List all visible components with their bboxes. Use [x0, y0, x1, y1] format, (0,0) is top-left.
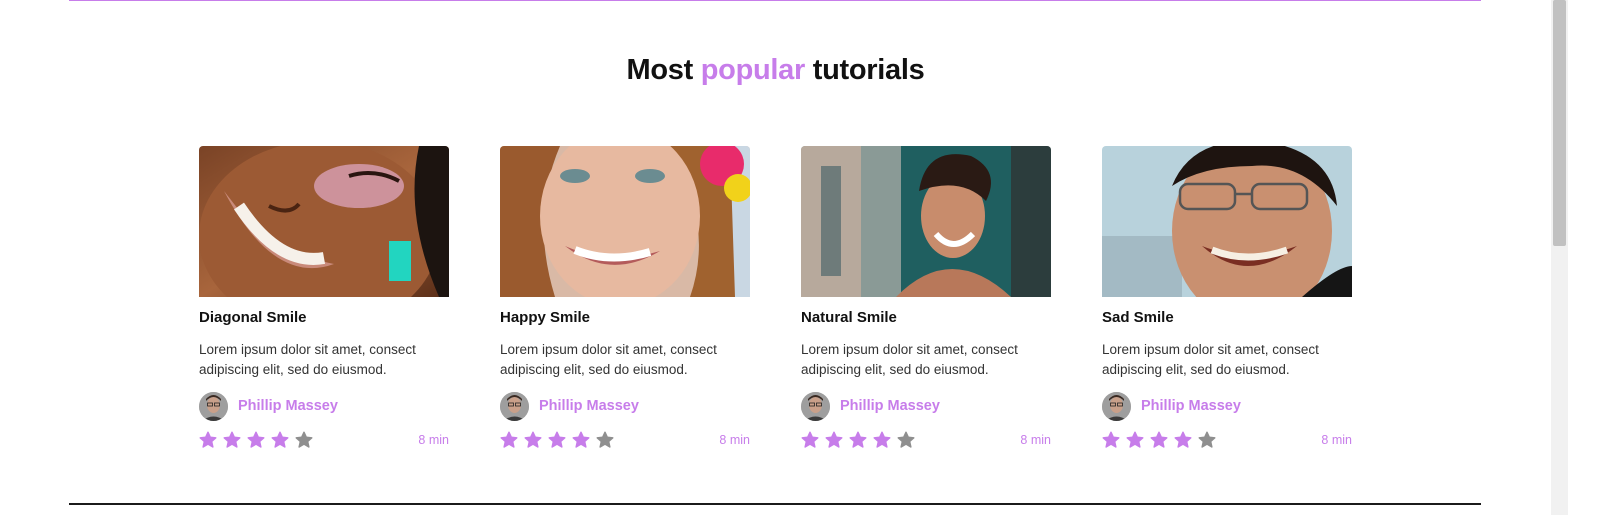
section-title: Most popular tutorials: [0, 54, 1551, 87]
avatar: [500, 391, 529, 421]
card-image[interactable]: [199, 146, 449, 297]
star-filled-icon: [1102, 431, 1120, 449]
star-filled-icon: [825, 431, 843, 449]
star-filled-icon: [1150, 431, 1168, 449]
card-image[interactable]: [500, 146, 750, 297]
smiling-woman-photo: [199, 146, 449, 297]
star-filled-icon: [849, 431, 867, 449]
star-filled-icon: [199, 431, 217, 449]
tutorial-card[interactable]: Natural Smile Lorem ipsum dolor sit amet…: [801, 146, 1051, 466]
star-empty-icon: [596, 431, 614, 449]
author-link[interactable]: Phillip Massey: [199, 391, 338, 421]
duration-label: 8 min: [719, 433, 750, 447]
duration-label: 8 min: [418, 433, 449, 447]
avatar: [1102, 391, 1131, 421]
tutorial-card[interactable]: Happy Smile Lorem ipsum dolor sit amet, …: [500, 146, 750, 466]
star-filled-icon: [1174, 431, 1192, 449]
card-description: Lorem ipsum dolor sit amet, consect adip…: [801, 342, 1018, 377]
star-rating: [1102, 431, 1216, 449]
star-filled-icon: [873, 431, 891, 449]
scrollbar-thumb[interactable]: [1553, 0, 1566, 246]
star-filled-icon: [524, 431, 542, 449]
author-name[interactable]: Phillip Massey: [238, 398, 338, 414]
author-link[interactable]: Phillip Massey: [1102, 391, 1241, 421]
star-filled-icon: [247, 431, 265, 449]
author-link[interactable]: Phillip Massey: [500, 391, 639, 421]
author-avatar-icon: [1102, 391, 1131, 421]
card-title[interactable]: Natural Smile: [801, 309, 897, 326]
tutorial-card[interactable]: Diagonal Smile Lorem ipsum dolor sit ame…: [199, 146, 449, 466]
star-rating: [500, 431, 614, 449]
author-avatar-icon: [801, 391, 830, 421]
top-divider: [69, 0, 1481, 1]
avatar: [199, 391, 228, 421]
card-description: Lorem ipsum dolor sit amet, consect adip…: [199, 342, 416, 377]
card-title[interactable]: Diagonal Smile: [199, 309, 307, 326]
title-accent: popular: [700, 54, 806, 86]
star-empty-icon: [1198, 431, 1216, 449]
star-empty-icon: [897, 431, 915, 449]
card-title[interactable]: Happy Smile: [500, 309, 590, 326]
title-prefix: Most: [626, 54, 701, 86]
title-suffix: tutorials: [804, 54, 925, 86]
card-image[interactable]: [801, 146, 1051, 297]
star-empty-icon: [295, 431, 313, 449]
star-filled-icon: [271, 431, 289, 449]
author-avatar-icon: [500, 391, 529, 421]
smiling-girl-photo: [500, 146, 750, 297]
star-filled-icon: [500, 431, 518, 449]
card-title[interactable]: Sad Smile: [1102, 309, 1174, 326]
author-avatar-icon: [199, 391, 228, 421]
star-filled-icon: [223, 431, 241, 449]
star-filled-icon: [1126, 431, 1144, 449]
star-filled-icon: [801, 431, 819, 449]
star-rating: [801, 431, 915, 449]
card-description: Lorem ipsum dolor sit amet, consect adip…: [1102, 342, 1319, 377]
smiling-man-photo: [801, 146, 1051, 297]
smiling-man-glasses-photo: [1102, 146, 1352, 297]
card-image[interactable]: [1102, 146, 1352, 297]
duration-label: 8 min: [1020, 433, 1051, 447]
bottom-divider: [69, 503, 1481, 505]
author-name[interactable]: Phillip Massey: [1141, 398, 1241, 414]
tutorial-card[interactable]: Sad Smile Lorem ipsum dolor sit amet, co…: [1102, 146, 1352, 466]
card-description: Lorem ipsum dolor sit amet, consect adip…: [500, 342, 717, 377]
duration-label: 8 min: [1321, 433, 1352, 447]
avatar: [801, 391, 830, 421]
author-link[interactable]: Phillip Massey: [801, 391, 940, 421]
star-rating: [199, 431, 313, 449]
star-filled-icon: [548, 431, 566, 449]
author-name[interactable]: Phillip Massey: [539, 398, 639, 414]
star-filled-icon: [572, 431, 590, 449]
author-name[interactable]: Phillip Massey: [840, 398, 940, 414]
